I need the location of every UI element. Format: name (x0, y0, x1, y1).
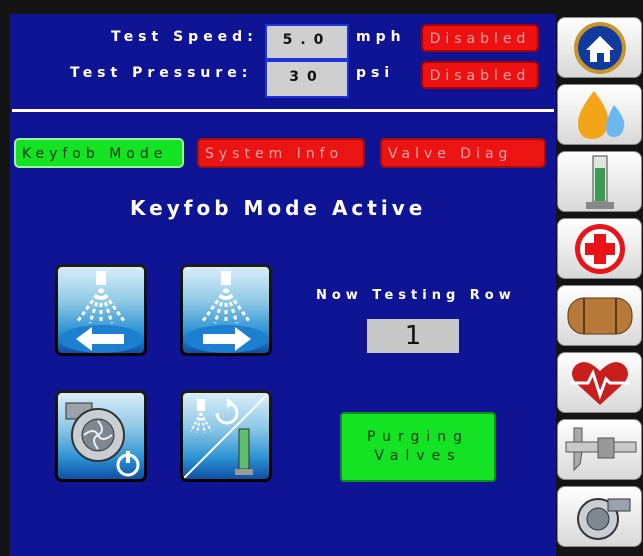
tab-valve-diag[interactable]: Valve Diag (380, 138, 546, 168)
main-panel: Test Speed: 5.0 mph Disabled Test Pressu… (10, 14, 556, 556)
first-aid-cross-icon (575, 224, 625, 274)
diagnostics-button[interactable] (557, 352, 642, 413)
first-aid-button[interactable] (557, 218, 642, 279)
pump-power-icon (65, 402, 140, 477)
flow-tube-button[interactable] (557, 151, 642, 212)
sidebar (556, 14, 643, 556)
test-speed-field[interactable]: 5.0 (265, 24, 349, 60)
test-pressure-field[interactable]: 30 (265, 60, 349, 98)
screen: Test Speed: 5.0 mph Disabled Test Pressu… (0, 0, 643, 556)
tank-icon (567, 297, 633, 335)
pressure-unit-label: psi (356, 65, 395, 81)
tank-button[interactable] (557, 285, 642, 346)
row-number-display: 1 (367, 319, 459, 353)
page-title: Keyfob Mode Active (130, 196, 427, 220)
test-speed-label: Test Speed: (111, 29, 258, 45)
heartbeat-icon (570, 362, 630, 405)
rinse-flowmeter-button[interactable] (180, 390, 272, 482)
purge-label-line2: Valves (374, 448, 462, 464)
home-button[interactable] (557, 17, 642, 78)
header-divider (12, 109, 554, 112)
spray-left-icon (59, 271, 143, 353)
caliper-icon (565, 427, 637, 472)
home-icon (574, 22, 626, 74)
speed-unit-label: mph (356, 29, 406, 45)
pump-icon (577, 498, 631, 540)
flow-tube-icon (586, 155, 614, 209)
pressure-status-badge[interactable]: Disabled (421, 61, 539, 89)
purge-label-line1: Purging (366, 429, 470, 445)
pump-power-button[interactable] (55, 390, 147, 482)
rinse-flowmeter-icon (183, 393, 269, 479)
tab-keyfob-mode[interactable]: Keyfob Mode (14, 138, 184, 168)
pump-button[interactable] (557, 486, 642, 547)
purging-valves-button[interactable]: Purging Valves (340, 412, 496, 482)
spray-left-button[interactable] (55, 264, 147, 356)
speed-status-badge[interactable]: Disabled (421, 24, 539, 52)
spray-right-button[interactable] (180, 264, 272, 356)
now-testing-label: Now Testing Row (316, 288, 516, 303)
fuel-water-drops-icon (578, 91, 625, 139)
fuel-water-button[interactable] (557, 84, 642, 145)
tab-system-info[interactable]: System Info (197, 138, 365, 168)
test-pressure-label: Test Pressure: (70, 65, 253, 81)
spray-right-icon (184, 271, 268, 353)
calibration-button[interactable] (557, 419, 642, 480)
